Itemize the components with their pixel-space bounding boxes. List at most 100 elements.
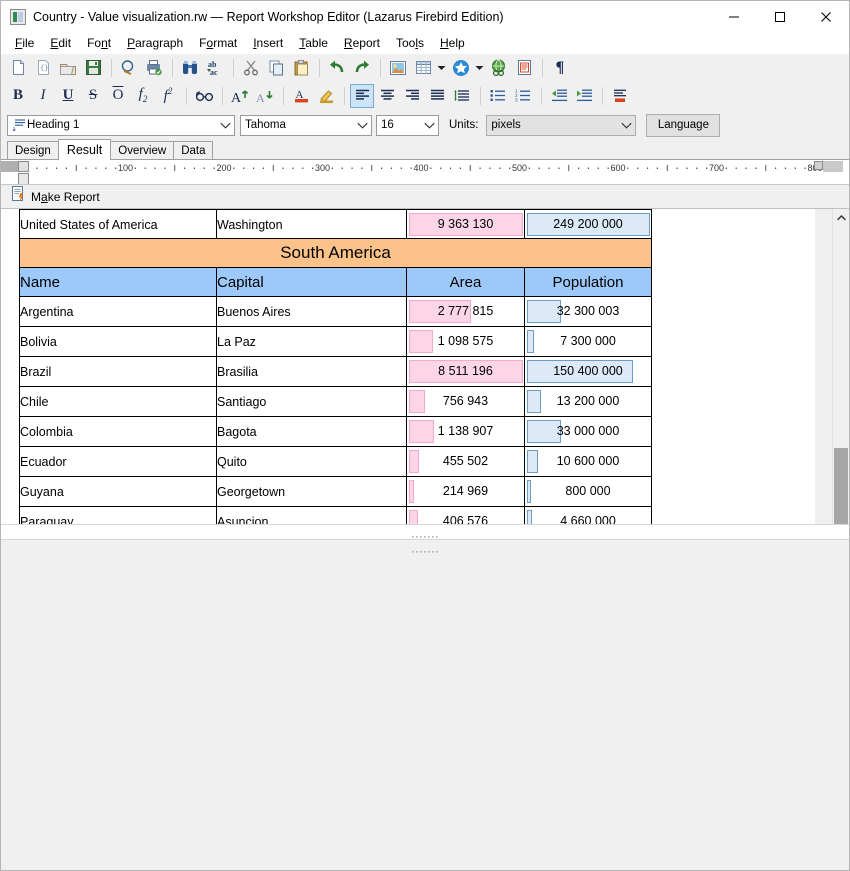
show-formatting-marks-icon[interactable]: ¶ bbox=[548, 56, 572, 80]
population-value: 150 400 000 bbox=[553, 364, 623, 379]
underline-icon[interactable]: U bbox=[56, 84, 80, 108]
menu-report[interactable]: Report bbox=[336, 34, 388, 52]
copy-icon[interactable] bbox=[264, 56, 288, 80]
replace-abc-icon[interactable]: ab ac bbox=[203, 56, 227, 80]
menu-help[interactable]: Help bbox=[432, 34, 473, 52]
scrollbar-track[interactable] bbox=[833, 226, 849, 524]
menu-paragraph[interactable]: Paragraph bbox=[119, 34, 191, 52]
superscript-icon[interactable]: f2 bbox=[156, 84, 180, 108]
decrease-indent-icon[interactable] bbox=[547, 84, 571, 108]
grow-font-icon[interactable]: A bbox=[228, 84, 252, 108]
tab-overview[interactable]: Overview bbox=[110, 141, 175, 159]
language-button[interactable]: Language bbox=[646, 113, 721, 137]
menu-format[interactable]: Format bbox=[191, 34, 245, 52]
increase-indent-icon[interactable] bbox=[572, 84, 596, 108]
italic-icon[interactable]: I bbox=[31, 84, 55, 108]
vertical-scrollbar[interactable] bbox=[832, 209, 849, 524]
population-value: 800 000 bbox=[565, 484, 611, 499]
report-page: United States of America Washington 9 36… bbox=[1, 209, 832, 524]
chevron-down-icon[interactable] bbox=[217, 122, 234, 129]
chevron-down-icon[interactable] bbox=[421, 122, 438, 129]
print-icon[interactable] bbox=[142, 56, 166, 80]
tab-data[interactable]: Data bbox=[173, 141, 214, 159]
minimize-icon[interactable] bbox=[711, 1, 757, 32]
cell-area: 455 502 bbox=[406, 446, 525, 478]
shrink-font-icon[interactable]: A bbox=[253, 84, 277, 108]
close-icon[interactable] bbox=[803, 1, 849, 32]
cut-scissors-icon[interactable] bbox=[239, 56, 263, 80]
subscript-icon[interactable]: f2 bbox=[131, 84, 155, 108]
redo-icon[interactable] bbox=[350, 56, 374, 80]
page-splitter-lower[interactable] bbox=[1, 539, 849, 555]
new-document-icon[interactable] bbox=[6, 56, 30, 80]
align-left-icon[interactable] bbox=[350, 83, 374, 108]
tab-result[interactable]: Result bbox=[57, 139, 112, 160]
chevron-down-icon[interactable] bbox=[354, 122, 371, 129]
table-row: Colombia Bagota 1 138 907 33 000 000 bbox=[19, 416, 652, 448]
splitter-grip[interactable] bbox=[412, 528, 438, 538]
make-report-label[interactable]: Make Report bbox=[31, 190, 100, 204]
chevron-down-icon[interactable] bbox=[618, 122, 635, 129]
find-binoculars-icon[interactable] bbox=[178, 56, 202, 80]
window-title: Country - Value visualization.rw — Repor… bbox=[33, 9, 504, 24]
insert-table-icon[interactable] bbox=[411, 56, 435, 80]
bullet-list-icon[interactable] bbox=[486, 84, 510, 108]
save-icon[interactable] bbox=[81, 56, 105, 80]
units-combo[interactable]: pixels bbox=[486, 114, 637, 136]
highlight-color-icon[interactable] bbox=[314, 84, 338, 108]
menu-edit[interactable]: Edit bbox=[42, 34, 79, 52]
line-spacing-icon[interactable] bbox=[450, 84, 474, 108]
menu-file[interactable]: File bbox=[7, 34, 42, 52]
units-label: Units: bbox=[449, 119, 479, 131]
scroll-up-icon[interactable] bbox=[833, 209, 849, 226]
page-splitter-upper[interactable] bbox=[1, 524, 849, 539]
menu-insert[interactable]: Insert bbox=[245, 34, 291, 52]
paste-icon[interactable] bbox=[289, 56, 313, 80]
menu-tools[interactable]: Tools bbox=[388, 34, 432, 52]
menu-font[interactable]: Font bbox=[79, 34, 119, 52]
align-right-icon[interactable] bbox=[400, 84, 424, 108]
insert-shape-star-icon[interactable] bbox=[449, 56, 473, 80]
document-view: United States of America Washington 9 36… bbox=[1, 209, 849, 524]
cell-name: Colombia bbox=[19, 416, 217, 448]
numbered-list-icon[interactable]: 123 bbox=[511, 84, 535, 108]
paragraph-background-icon[interactable] bbox=[608, 84, 632, 108]
maximize-icon[interactable] bbox=[757, 1, 803, 32]
undo-icon[interactable] bbox=[325, 56, 349, 80]
overline-icon[interactable]: O bbox=[106, 84, 130, 108]
print-preview-icon[interactable] bbox=[117, 56, 141, 80]
paragraph-style-icon: a bbox=[12, 118, 26, 133]
toolbar-separator bbox=[380, 58, 381, 77]
horizontal-ruler[interactable]: 100200300400500600700800 bbox=[1, 160, 849, 185]
paragraph-style-value: Heading 1 bbox=[27, 119, 80, 131]
ruler-scale: 100200300400500600700800 bbox=[26, 163, 826, 173]
page-properties-icon[interactable] bbox=[512, 56, 536, 80]
table-row: Guyana Georgetown 214 969 800 000 bbox=[19, 476, 652, 508]
table-row: Paraguay Asuncion 406 576 4 660 000 bbox=[19, 506, 652, 524]
font-color-icon[interactable]: A bbox=[289, 84, 313, 108]
paragraph-style-combo[interactable]: a Heading 1 bbox=[7, 114, 235, 136]
open-folder-icon[interactable] bbox=[56, 56, 80, 80]
strikethrough-icon[interactable]: S bbox=[81, 84, 105, 108]
scroll-thumb[interactable] bbox=[834, 448, 848, 524]
bold-icon[interactable]: B bbox=[6, 84, 30, 108]
insert-image-icon[interactable] bbox=[386, 56, 410, 80]
insert-table-dropdown-arrow[interactable] bbox=[436, 56, 447, 80]
report-document-icon bbox=[10, 8, 26, 25]
population-value: 13 200 000 bbox=[556, 394, 620, 409]
splitter-grip[interactable] bbox=[412, 543, 438, 553]
menu-table[interactable]: Table bbox=[291, 34, 336, 52]
insert-shape-dropdown-arrow[interactable] bbox=[474, 56, 485, 80]
align-justify-icon[interactable] bbox=[425, 84, 449, 108]
align-center-icon[interactable] bbox=[375, 84, 399, 108]
cell-population: 150 400 000 bbox=[524, 356, 652, 388]
col-header-capital: Capital bbox=[216, 267, 407, 298]
font-size-combo[interactable]: 16 bbox=[376, 114, 439, 136]
ruler-left-indent-marker[interactable] bbox=[18, 161, 29, 184]
tab-design[interactable]: Design bbox=[7, 141, 59, 159]
spectacles-readonly-icon[interactable] bbox=[192, 84, 216, 108]
insert-hyperlink-globe-icon[interactable] bbox=[487, 56, 511, 80]
new-from-template-icon[interactable]: {} bbox=[31, 56, 55, 80]
ruler-right-indent-marker[interactable] bbox=[814, 161, 823, 170]
font-family-combo[interactable]: Tahoma bbox=[240, 114, 372, 136]
